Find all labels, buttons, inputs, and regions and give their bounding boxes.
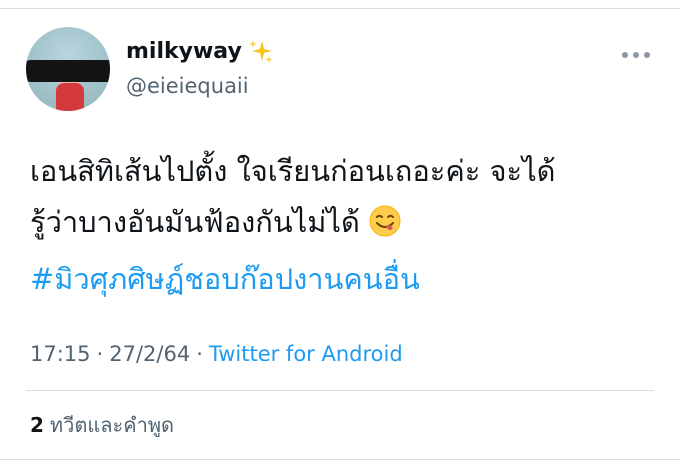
tweet-text-line-1: เอนสิทิเส้นไปตั้ง ใจเรียนก่อนเถอะค่ะ จะไ…: [30, 154, 556, 188]
quote-tweets-label: ทวีตและคำพูด: [49, 413, 174, 437]
more-dot: [633, 52, 639, 58]
tweet-time[interactable]: 17:15: [30, 342, 91, 366]
author-name-row[interactable]: milkyway: [126, 38, 274, 64]
more-dot: [644, 52, 650, 58]
top-divider: [0, 8, 680, 9]
quote-tweets-count: 2: [30, 413, 44, 437]
avatar-censor-bar: [26, 60, 110, 82]
hashtag-link[interactable]: #มิวศุภศิษฏ์ชอบก๊อปงานคนอื่น: [30, 254, 660, 305]
author-handle[interactable]: @eieiequaii: [126, 74, 249, 98]
tweet-source-link[interactable]: Twitter for Android: [209, 342, 403, 366]
avatar-body: [56, 83, 84, 111]
meta-separator: ·: [196, 342, 203, 366]
more-dot: [622, 52, 628, 58]
avatar[interactable]: [26, 27, 110, 111]
bottom-divider: [0, 459, 680, 460]
quote-tweets-stat[interactable]: 2 ทวีตและคำพูด: [30, 409, 174, 441]
tweet-text-line-2: รู้ว่าบางอันมันฟ้องกันไม่ได้: [30, 197, 660, 254]
tweet-date[interactable]: 27/2/64: [109, 342, 190, 366]
smiling-face-savoring-food-icon: [368, 203, 402, 254]
divider: [26, 390, 654, 391]
more-options-icon[interactable]: [622, 50, 650, 60]
tweet-text: เอนสิทิเส้นไปตั้ง ใจเรียนก่อนเถอะค่ะ จะไ…: [30, 146, 660, 305]
tweet-text-line-2-text: รู้ว่าบางอันมันฟ้องกันไม่ได้: [30, 205, 360, 239]
tweet-meta: 17:15 · 27/2/64 · Twitter for Android: [30, 342, 403, 366]
meta-separator: ·: [96, 342, 104, 366]
display-name[interactable]: milkyway: [126, 39, 242, 64]
sparkles-icon: [248, 38, 274, 64]
